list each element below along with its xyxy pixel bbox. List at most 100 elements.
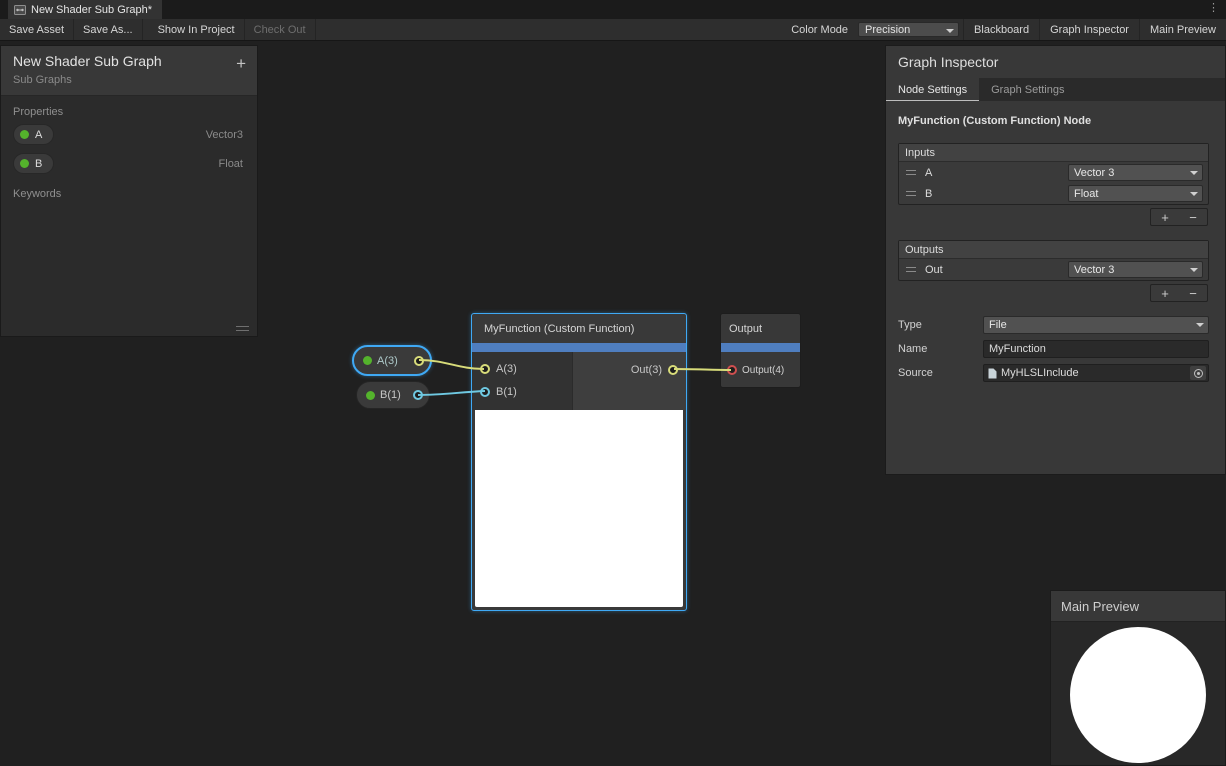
property-pill-a[interactable]: A <box>13 124 54 145</box>
blackboard-subtitle: Sub Graphs <box>13 74 247 86</box>
color-mode-dropdown[interactable]: Precision <box>858 22 959 37</box>
document-tab-strip: New Shader Sub Graph* ⋮ <box>0 0 1226 19</box>
input-row[interactable]: A Vector 3 <box>899 162 1208 183</box>
add-input-button[interactable]: + <box>1151 209 1179 225</box>
input-type-dropdown[interactable]: Vector 3 <box>1068 164 1203 181</box>
source-field-label: Source <box>898 367 983 379</box>
property-node-label: B(1) <box>380 389 401 401</box>
input-port-row: A(3) <box>472 357 572 380</box>
tab-graph-settings[interactable]: Graph Settings <box>979 78 1076 101</box>
node-accent-strip <box>472 343 686 352</box>
input-port-label: A(3) <box>496 363 517 375</box>
name-input[interactable]: MyFunction <box>983 340 1209 358</box>
node-output-column: Out(3) <box>573 352 686 410</box>
window-menu-icon[interactable]: ⋮ <box>1208 2 1219 14</box>
output-node-input-port[interactable] <box>727 365 737 375</box>
shader-graph-window: A(3) B(1) MyFunction (Custom Function) A… <box>0 0 1226 766</box>
input-type-dropdown[interactable]: Float <box>1068 185 1203 202</box>
blackboard-title: New Shader Sub Graph <box>13 53 247 69</box>
output-type-dropdown[interactable]: Vector 3 <box>1068 261 1203 278</box>
main-preview-toggle-button[interactable]: Main Preview <box>1139 19 1226 40</box>
node-accent-strip <box>721 343 800 352</box>
save-as-button[interactable]: Save As... <box>74 19 143 40</box>
outputs-list: Outputs Out Vector 3 <box>898 240 1209 281</box>
input-name: B <box>925 188 932 200</box>
output-node-port-label: Output(4) <box>742 365 784 376</box>
main-preview-title[interactable]: Main Preview <box>1051 591 1225 622</box>
add-property-button[interactable]: + <box>236 55 246 72</box>
drag-handle-icon[interactable] <box>906 267 916 272</box>
property-dot-icon <box>20 130 29 139</box>
outputs-list-header: Outputs <box>899 241 1208 259</box>
outputs-add-remove: + − <box>1150 284 1208 302</box>
graph-inspector-panel: Graph Inspector Node Settings Graph Sett… <box>885 45 1226 475</box>
input-row[interactable]: B Float <box>899 183 1208 204</box>
object-picker-button[interactable] <box>1190 366 1206 380</box>
inspector-body: MyFunction (Custom Function) Node Inputs… <box>886 101 1225 382</box>
show-in-project-button[interactable]: Show In Project <box>149 19 245 40</box>
name-field-row: Name MyFunction <box>898 340 1209 358</box>
subgraph-asset-icon <box>14 4 26 16</box>
object-picker-icon <box>1194 369 1203 378</box>
property-node-a[interactable]: A(3) <box>352 345 432 376</box>
blackboard-resize-handle[interactable] <box>236 326 249 331</box>
add-output-button[interactable]: + <box>1151 285 1179 301</box>
output-port-out[interactable] <box>668 365 678 375</box>
properties-section-label: Properties <box>1 96 257 120</box>
document-tab[interactable]: New Shader Sub Graph* <box>8 0 162 19</box>
node-title[interactable]: MyFunction (Custom Function) <box>472 314 686 343</box>
node-input-column: A(3) B(1) <box>472 352 573 410</box>
source-object-name: MyHLSLInclude <box>1001 367 1079 379</box>
outputs-list-footer: + − <box>898 284 1208 302</box>
inputs-list-header: Inputs <box>899 144 1208 162</box>
input-port-b[interactable] <box>480 387 490 397</box>
inspector-tab-bar: Node Settings Graph Settings <box>886 78 1225 101</box>
remove-input-button[interactable]: − <box>1179 209 1207 225</box>
main-preview-panel: Main Preview <box>1050 590 1226 766</box>
property-row[interactable]: A Vector3 <box>1 120 257 149</box>
source-object-field[interactable]: MyHLSLInclude <box>983 364 1209 382</box>
preview-sphere <box>1070 627 1206 763</box>
property-row[interactable]: B Float <box>1 149 257 178</box>
output-node[interactable]: Output Output(4) <box>720 313 801 388</box>
blackboard-toggle-button[interactable]: Blackboard <box>963 19 1039 40</box>
property-type: Vector3 <box>206 129 243 141</box>
output-port-row: Out(3) <box>631 364 678 376</box>
property-node-b[interactable]: B(1) <box>356 381 430 409</box>
property-node-label: A(3) <box>377 355 398 367</box>
name-field-label: Name <box>898 343 983 355</box>
type-dropdown[interactable]: File <box>983 316 1209 334</box>
color-mode-label: Color Mode <box>785 19 854 40</box>
output-name: Out <box>925 264 943 276</box>
property-a-output-port[interactable] <box>414 356 424 366</box>
input-port-row: B(1) <box>472 380 572 403</box>
property-b-output-port[interactable] <box>413 390 423 400</box>
blackboard-header[interactable]: New Shader Sub Graph Sub Graphs + <box>1 46 257 96</box>
graph-inspector-toggle-button[interactable]: Graph Inspector <box>1039 19 1139 40</box>
keywords-section-label: Keywords <box>1 178 257 202</box>
source-field-row: Source MyHLSLInclude <box>898 364 1209 382</box>
output-row[interactable]: Out Vector 3 <box>899 259 1208 280</box>
tab-node-settings[interactable]: Node Settings <box>886 78 979 101</box>
drag-handle-icon[interactable] <box>906 170 916 175</box>
node-preview <box>475 410 683 607</box>
custom-function-node[interactable]: MyFunction (Custom Function) A(3) B(1) O… <box>471 313 687 611</box>
graph-inspector-title[interactable]: Graph Inspector <box>886 46 1225 78</box>
output-port-label: Out(3) <box>631 364 662 376</box>
toolbar-right-group: Color Mode Precision Blackboard Graph In… <box>785 19 1226 40</box>
main-preview-body[interactable] <box>1051 622 1225 764</box>
property-name: A <box>35 129 42 141</box>
property-pill-b[interactable]: B <box>13 153 54 174</box>
input-port-label: B(1) <box>496 386 517 398</box>
drag-handle-icon[interactable] <box>906 191 916 196</box>
inputs-add-remove: + − <box>1150 208 1208 226</box>
remove-output-button[interactable]: − <box>1179 285 1207 301</box>
output-node-port-row: Output(4) <box>721 352 800 388</box>
property-dot-icon <box>363 356 372 365</box>
node-title[interactable]: Output <box>721 314 800 343</box>
save-asset-button[interactable]: Save Asset <box>0 19 74 40</box>
property-name: B <box>35 158 42 170</box>
type-field-row: Type File <box>898 316 1209 334</box>
check-out-button[interactable]: Check Out <box>245 19 316 40</box>
input-port-a[interactable] <box>480 364 490 374</box>
